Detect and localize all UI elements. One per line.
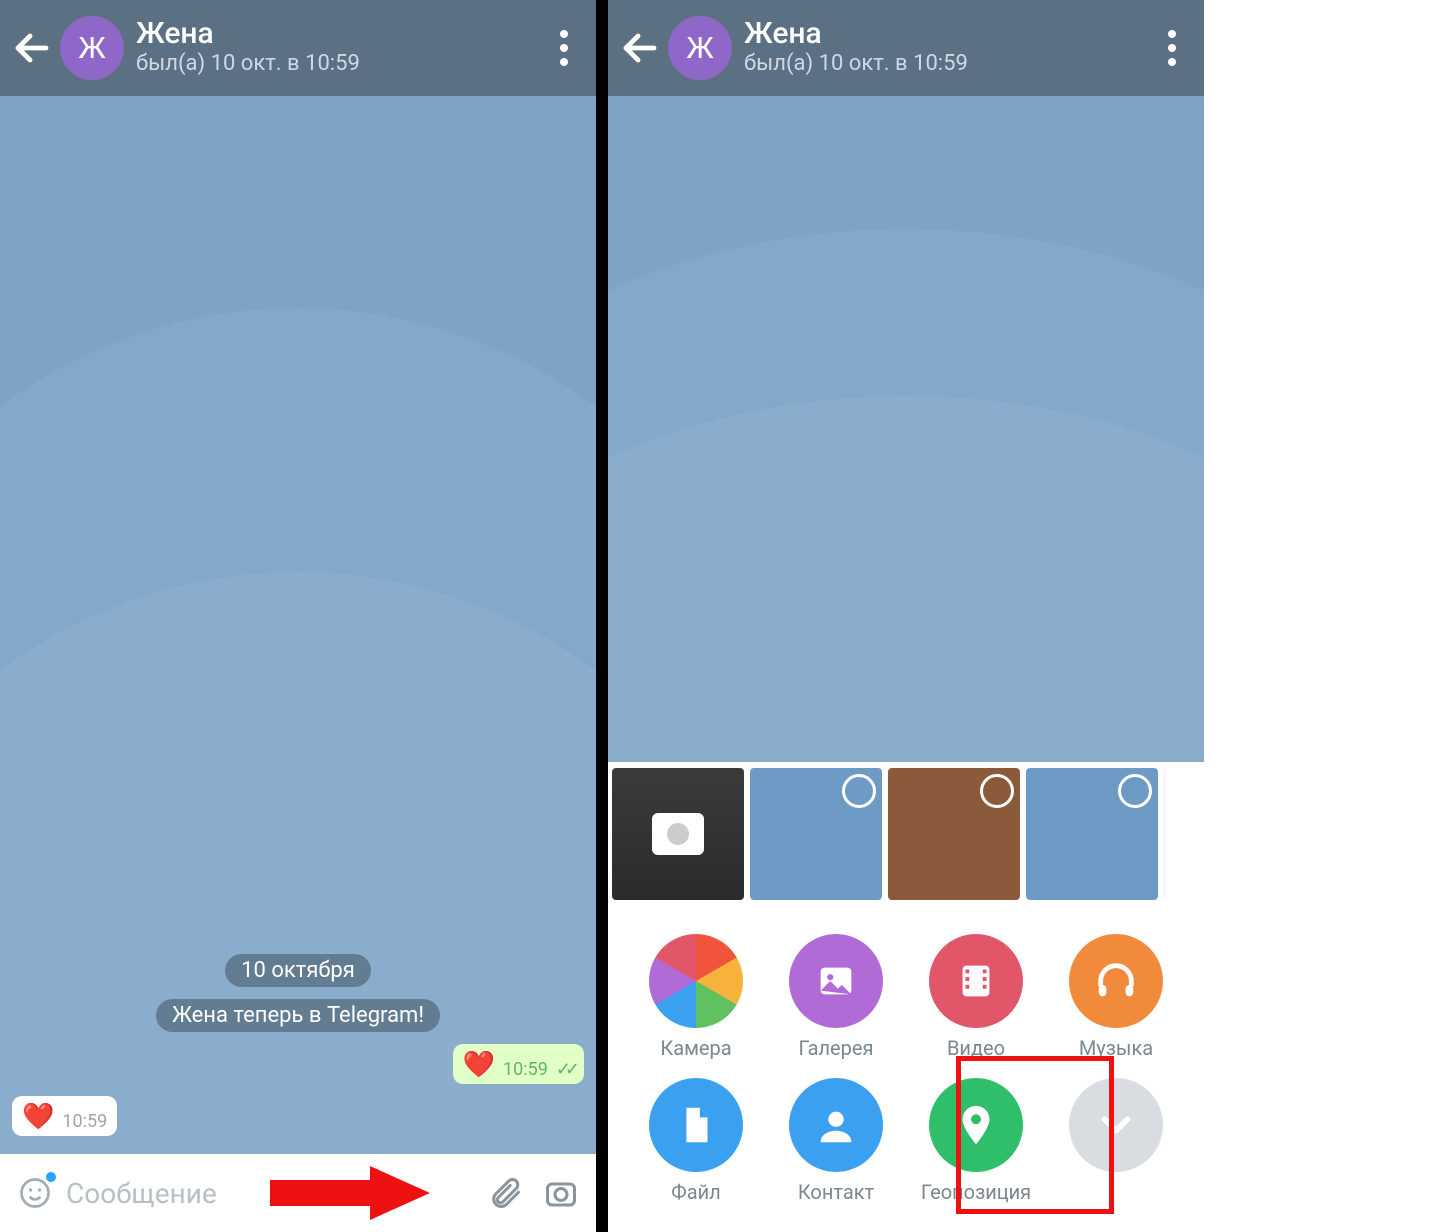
screenshot-divider xyxy=(596,0,608,1232)
screen-chat: Ж Жена был(а) 10 окт. в 10:59 10 октября… xyxy=(0,0,596,1232)
header-titles[interactable]: Жена был(а) 10 окт. в 10:59 xyxy=(744,17,1148,79)
more-menu-button[interactable] xyxy=(540,24,588,72)
chat-background xyxy=(608,96,1204,762)
file-icon xyxy=(673,1102,719,1148)
contact-name: Жена xyxy=(744,17,1148,50)
headphones-icon xyxy=(1093,958,1139,1004)
chat-header: Ж Жена был(а) 10 окт. в 10:59 xyxy=(608,0,1204,96)
more-vertical-icon xyxy=(540,24,588,72)
attach-file[interactable]: Файл xyxy=(626,1078,766,1204)
camera-button[interactable] xyxy=(536,1168,586,1218)
contact-name: Жена xyxy=(136,17,540,50)
contact-avatar[interactable]: Ж xyxy=(60,16,124,80)
select-circle[interactable] xyxy=(1118,774,1152,808)
emoji-update-dot xyxy=(44,1170,58,1184)
more-vertical-icon xyxy=(1148,24,1196,72)
back-button[interactable] xyxy=(616,24,664,72)
back-button[interactable] xyxy=(8,24,56,72)
message-outgoing[interactable]: ❤️ 10:59 ✓✓ xyxy=(453,1044,584,1084)
message-time: 10:59 xyxy=(503,1059,548,1080)
camera-icon xyxy=(652,813,704,855)
thumb-camera[interactable] xyxy=(612,768,744,900)
arrow-left-icon xyxy=(8,24,56,72)
read-ticks-icon: ✓✓ xyxy=(556,1059,574,1080)
more-menu-button[interactable] xyxy=(1148,24,1196,72)
attach-music[interactable]: Музыка xyxy=(1046,934,1186,1060)
heart-emoji: ❤️ xyxy=(22,1102,54,1132)
attach-contact[interactable]: Контакт xyxy=(766,1078,906,1204)
date-separator: 10 октября xyxy=(225,954,371,987)
image-icon xyxy=(813,958,859,1004)
screenshot-right-padding xyxy=(1204,0,1450,1232)
header-titles[interactable]: Жена был(а) 10 окт. в 10:59 xyxy=(136,17,540,79)
service-message-joined: Жена теперь в Telegram! xyxy=(156,999,440,1032)
thumb-photo[interactable] xyxy=(888,768,1020,900)
person-icon xyxy=(813,1102,859,1148)
attach-label: Галерея xyxy=(799,1036,874,1060)
message-incoming[interactable]: ❤️ 10:59 xyxy=(12,1096,117,1136)
screen-attach-sheet: Ж Жена был(а) 10 окт. в 10:59 Камера xyxy=(608,0,1204,1232)
thumb-photo[interactable] xyxy=(1026,768,1158,900)
select-circle[interactable] xyxy=(842,774,876,808)
attach-camera[interactable]: Камера xyxy=(626,934,766,1060)
arrow-left-icon xyxy=(616,24,664,72)
heart-emoji: ❤️ xyxy=(463,1050,495,1080)
last-seen-status: был(а) 10 окт. в 10:59 xyxy=(744,50,1148,79)
chat-header: Ж Жена был(а) 10 окт. в 10:59 xyxy=(0,0,596,96)
emoji-button[interactable] xyxy=(10,1168,60,1218)
attach-button[interactable] xyxy=(480,1168,530,1218)
chat-messages[interactable]: 10 октября Жена теперь в Telegram! ❤️ 10… xyxy=(0,96,596,1154)
select-circle[interactable] xyxy=(980,774,1014,808)
film-icon xyxy=(953,958,999,1004)
annotation-highlight-location xyxy=(956,1056,1114,1214)
attach-label: Файл xyxy=(671,1180,720,1204)
attach-video[interactable]: Видео xyxy=(906,934,1046,1060)
chat-background: 10 октября Жена теперь в Telegram! ❤️ 10… xyxy=(0,96,596,1154)
message-time: 10:59 xyxy=(62,1111,107,1132)
attach-label: Камера xyxy=(660,1036,731,1060)
last-seen-status: был(а) 10 окт. в 10:59 xyxy=(136,50,540,79)
attach-label: Контакт xyxy=(798,1180,874,1204)
contact-avatar[interactable]: Ж xyxy=(668,16,732,80)
attach-types-grid: Камера Галерея Видео Музыка Файл Контакт xyxy=(608,906,1204,1232)
thumb-more[interactable] xyxy=(1164,768,1188,900)
camera-icon xyxy=(543,1175,579,1211)
attach-bottom-sheet: Камера Галерея Видео Музыка Файл Контакт xyxy=(608,762,1204,1232)
recent-photos-strip[interactable] xyxy=(608,762,1204,906)
attach-gallery[interactable]: Галерея xyxy=(766,934,906,1060)
camera-aperture-icon xyxy=(649,934,743,1028)
message-input-bar xyxy=(0,1154,596,1232)
paperclip-icon xyxy=(487,1175,523,1211)
message-input[interactable] xyxy=(66,1177,474,1210)
thumb-photo[interactable] xyxy=(750,768,882,900)
